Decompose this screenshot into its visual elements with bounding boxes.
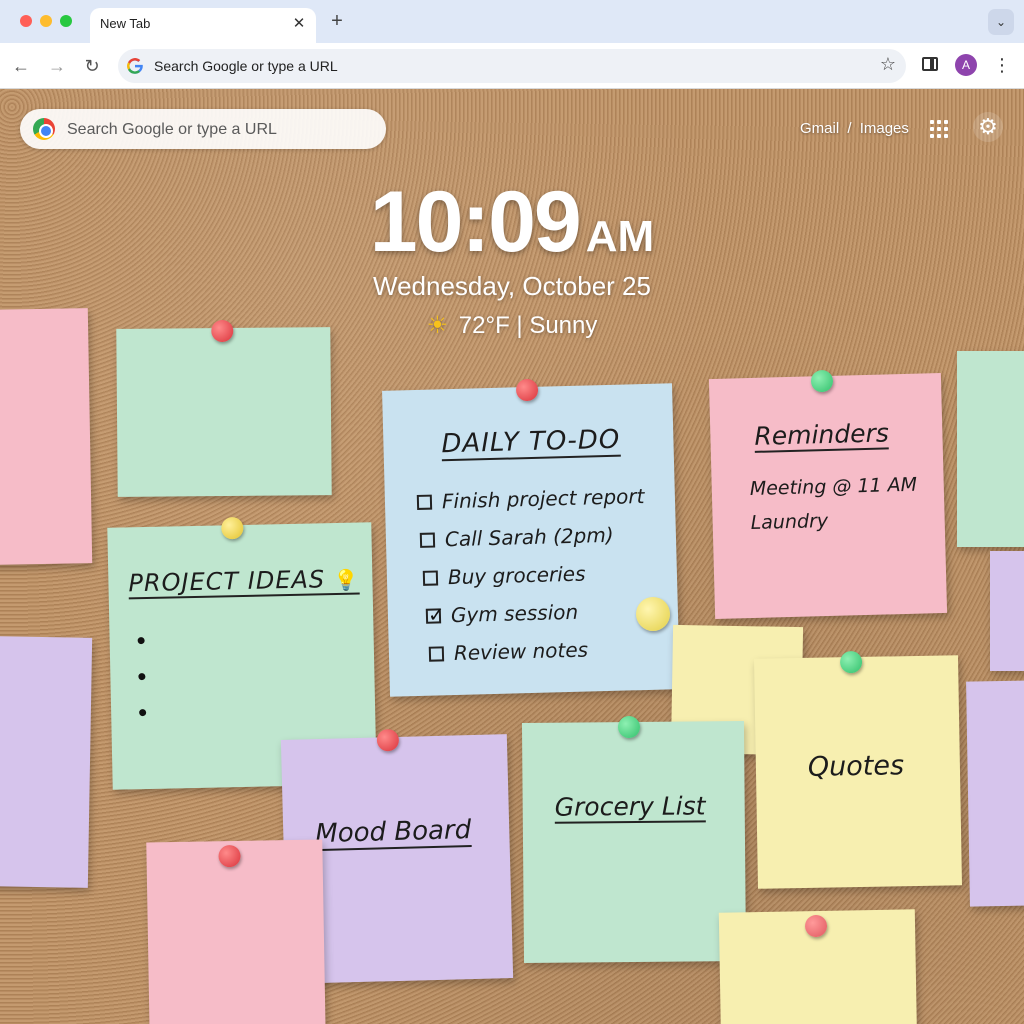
sticky-note-green-top[interactable]: [116, 319, 332, 497]
sticky-note-daily-todo[interactable]: DAILY TO-DO Finish project report Call S…: [382, 378, 680, 697]
top-links: Gmail / Images: [800, 120, 913, 137]
page-search-box[interactable]: Search Google or type a URL: [20, 109, 386, 149]
date-text: Wednesday, October 25: [373, 271, 651, 301]
todo-checkbox[interactable]: [419, 532, 436, 548]
yellow-pushpin-icon[interactable]: [636, 597, 670, 631]
back-button[interactable]: ←: [8, 53, 34, 79]
forward-button[interactable]: →: [44, 53, 70, 79]
tab-search-button[interactable]: ⌄: [988, 9, 1014, 35]
clock-ampm: AM: [585, 212, 655, 261]
sticky-note-pink-bottom[interactable]: [146, 839, 326, 1024]
quotes-title: Quotes: [807, 750, 905, 783]
bullet-point: [139, 709, 147, 717]
reminder-line: Meeting @ 11 AM: [749, 473, 918, 501]
page-search-placeholder: Search Google or type a URL: [67, 121, 277, 138]
reminder-line: Laundry: [750, 510, 829, 535]
sticky-note-reminders[interactable]: Reminders Meeting @ 11 AM Laundry: [708, 369, 948, 619]
chrome-logo-icon: [33, 118, 55, 140]
profile-avatar[interactable]: A: [955, 54, 977, 76]
todo-checkbox[interactable]: [428, 646, 445, 662]
more-menu-icon[interactable]: ⋮: [992, 53, 1012, 77]
todo-title: DAILY TO-DO: [441, 424, 621, 462]
images-link[interactable]: Images: [860, 120, 909, 137]
red-pin-icon: [211, 319, 234, 343]
sticky-note-purple-edge-right-lower[interactable]: [966, 680, 1024, 907]
bullet-point: [138, 673, 146, 681]
new-tab-button[interactable]: +: [326, 10, 348, 32]
sticky-note-grocery-list[interactable]: Grocery List: [521, 715, 747, 963]
todo-checkbox-checked[interactable]: [425, 608, 442, 624]
tab-title: New Tab: [100, 16, 151, 31]
green-pin-icon: [839, 650, 863, 674]
grocery-list-title: Grocery List: [554, 791, 706, 824]
google-apps-icon[interactable]: [930, 120, 948, 138]
lightbulb-icon: 💡: [333, 567, 360, 593]
new-tab-page: Search Google or type a URL Gmail / Imag…: [0, 89, 1024, 1024]
green-pin-icon: [810, 369, 834, 393]
red-pin-icon: [804, 914, 828, 938]
address-bar-text: Search Google or type a URL: [154, 58, 338, 74]
todo-item[interactable]: Finish project report: [416, 484, 645, 514]
todo-checkbox[interactable]: [422, 570, 439, 586]
todo-item[interactable]: Buy groceries: [422, 562, 586, 590]
bullet-point: [137, 637, 145, 645]
address-bar[interactable]: Search Google or type a URL ☆: [118, 49, 906, 83]
red-pin-icon: [376, 728, 400, 752]
settings-gear-icon[interactable]: ⚙: [973, 112, 1003, 142]
sticky-note-purple-edge-right[interactable]: [990, 551, 1024, 671]
sun-icon: ☀: [426, 312, 449, 339]
google-icon: [127, 58, 143, 74]
sticky-note-pink-edge[interactable]: [0, 308, 93, 565]
sticky-note-quotes[interactable]: Quotes: [754, 650, 962, 889]
links-separator: /: [847, 120, 852, 137]
close-icon[interactable]: ✕: [290, 14, 308, 32]
yellow-pin-icon: [221, 516, 244, 540]
reminders-title: Reminders: [754, 418, 890, 453]
project-ideas-title: PROJECT IDEAS: [128, 565, 326, 598]
bookmark-star-icon[interactable]: ☆: [880, 54, 896, 75]
close-window-button[interactable]: [20, 15, 32, 27]
sticky-note-purple-edge[interactable]: [0, 636, 93, 888]
red-pin-icon: [218, 844, 241, 868]
tab-new-tab[interactable]: New Tab ✕: [90, 8, 316, 43]
red-pin-icon: [515, 378, 539, 402]
todo-item[interactable]: Gym session: [425, 600, 578, 628]
minimize-window-button[interactable]: [40, 15, 52, 27]
todo-item[interactable]: Call Sarah (2pm): [419, 523, 614, 552]
gmail-link[interactable]: Gmail: [800, 120, 839, 137]
clock-widget: 10:09 AM: [0, 173, 1024, 272]
sticky-note-yellow-bottom[interactable]: [718, 909, 918, 1024]
todo-checkbox[interactable]: [416, 494, 433, 510]
side-panel-icon[interactable]: [922, 57, 938, 71]
tab-strip: New Tab ✕ + ⌄: [0, 0, 1024, 43]
todo-item[interactable]: Review notes: [428, 638, 588, 666]
green-pin-icon: [617, 715, 641, 739]
clock-time: 10:09: [369, 174, 582, 270]
weather-text: 72°F | Sunny: [458, 312, 598, 339]
browser-toolbar: ← → ↻ Search Google or type a URL ☆ A ⋮: [0, 43, 1024, 89]
reload-button[interactable]: ↻: [79, 53, 105, 79]
sticky-note-green-edge[interactable]: [957, 351, 1024, 547]
maximize-window-button[interactable]: [60, 15, 72, 27]
mood-board-title: Mood Board: [314, 815, 472, 852]
